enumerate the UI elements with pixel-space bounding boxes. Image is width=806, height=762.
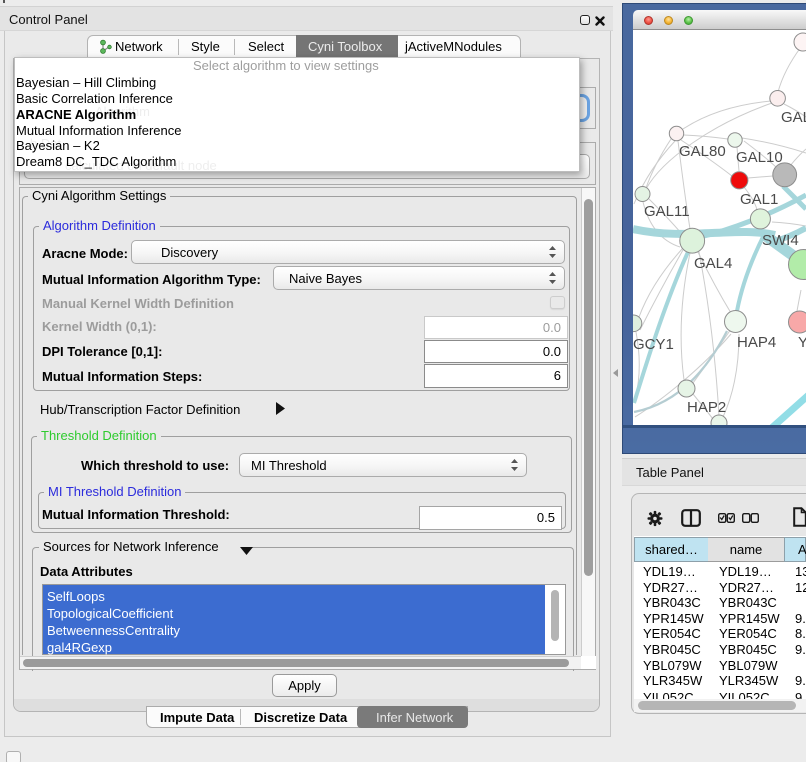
svg-text:GAL11: GAL11 bbox=[644, 203, 690, 220]
svg-text:GAL80: GAL80 bbox=[679, 143, 726, 160]
svg-text:GAL1: GAL1 bbox=[740, 191, 778, 208]
svg-text:HAP4: HAP4 bbox=[737, 334, 776, 351]
svg-text:SWI4: SWI4 bbox=[762, 232, 799, 249]
svg-text:GAL10: GAL10 bbox=[736, 149, 783, 166]
svg-text:GCY1: GCY1 bbox=[633, 336, 674, 353]
svg-text:GAL4: GAL4 bbox=[694, 255, 732, 272]
svg-text:GAL7: GAL7 bbox=[781, 109, 806, 126]
svg-text:HAP2: HAP2 bbox=[687, 399, 726, 416]
svg-text:YJ: YJ bbox=[798, 334, 806, 351]
